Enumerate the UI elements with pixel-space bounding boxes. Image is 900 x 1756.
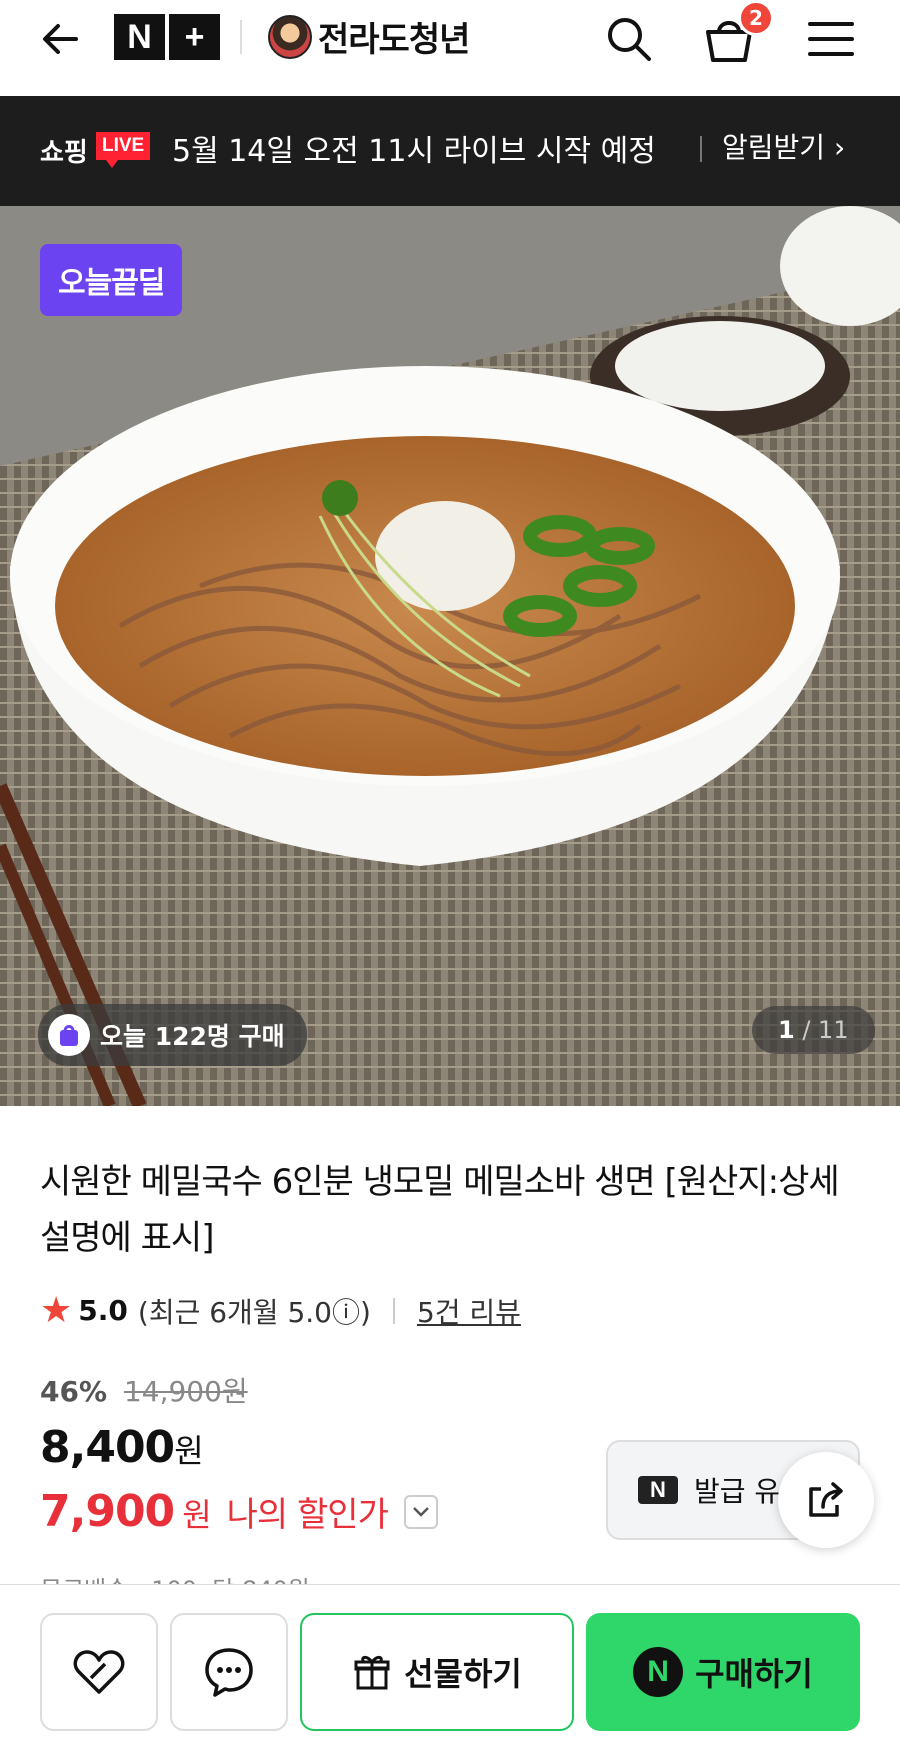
shopping-bag-icon bbox=[48, 1014, 90, 1056]
shopping-label: 쇼핑 bbox=[40, 138, 88, 168]
chat-bubble-icon bbox=[205, 1648, 253, 1697]
share-button[interactable] bbox=[778, 1452, 874, 1548]
gift-label: 선물하기 bbox=[404, 1655, 522, 1693]
store-link[interactable]: 전라도청년 bbox=[268, 12, 470, 61]
sale-price-value: 8,400 bbox=[40, 1422, 175, 1473]
brand-plus: + bbox=[169, 14, 220, 60]
shopping-live-banner[interactable]: 쇼핑 LIVE 5월 14일 오전 11시 라이브 시작 예정 알림받기 › bbox=[0, 96, 900, 206]
image-pager: 1 / 11 bbox=[752, 1006, 875, 1054]
like-button[interactable] bbox=[40, 1613, 158, 1731]
hamburger-icon[interactable] bbox=[804, 14, 858, 64]
naver-pay-icon: N bbox=[633, 1647, 684, 1697]
rating-divider bbox=[392, 1297, 395, 1324]
top-header: N + 전라도청년 2 bbox=[0, 0, 900, 96]
sale-price-unit: 원 bbox=[174, 1432, 203, 1470]
live-badge: LIVE bbox=[96, 132, 151, 168]
bottom-action-bar: 선물하기 N 구매하기 bbox=[0, 1584, 900, 1756]
pager-current: 1 bbox=[778, 1016, 795, 1044]
heart-icon bbox=[73, 1650, 125, 1694]
buy-label: 구매하기 bbox=[695, 1655, 813, 1693]
noodle-bowl-photo bbox=[0, 206, 900, 1106]
today-deal-badge: 오늘끝딜 bbox=[40, 244, 183, 316]
rating-recent[interactable]: (최근 6개월 5.0ⓘ) bbox=[138, 1291, 371, 1331]
buyers-count-text: 오늘 122명 구매 bbox=[100, 1022, 285, 1051]
live-divider bbox=[700, 136, 702, 162]
my-discount-price[interactable]: 7,900 원 나의 할인가 bbox=[40, 1486, 438, 1537]
discount-rate: 46% bbox=[40, 1375, 108, 1408]
brand-n: N bbox=[114, 14, 165, 60]
naver-n-icon: N bbox=[638, 1476, 678, 1504]
chevron-down-icon[interactable] bbox=[403, 1494, 438, 1529]
notify-button[interactable]: 알림받기 › bbox=[722, 126, 845, 166]
buyers-today-chip: 오늘 122명 구매 bbox=[38, 1004, 307, 1066]
store-name: 전라도청년 bbox=[318, 20, 470, 60]
search-icon[interactable] bbox=[602, 12, 656, 66]
review-link[interactable]: 5건 리뷰 bbox=[417, 1291, 521, 1331]
live-schedule-text: 5월 14일 오전 11시 라이브 시작 예정 bbox=[172, 134, 656, 169]
store-logo bbox=[268, 14, 312, 59]
product-image-carousel[interactable]: 오늘끝딜 오늘 122명 구매 1 / 11 bbox=[0, 206, 900, 1106]
my-price-label: 나의 할인가 bbox=[226, 1495, 389, 1535]
cart-count-badge: 2 bbox=[738, 0, 774, 36]
gift-icon bbox=[354, 1655, 390, 1690]
coupon-label: 발급 유 bbox=[694, 1475, 781, 1508]
talk-talk-button[interactable] bbox=[170, 1613, 288, 1731]
pager-total: / 11 bbox=[802, 1016, 849, 1044]
naver-plus-logo[interactable]: N + bbox=[114, 14, 220, 60]
share-icon bbox=[809, 1482, 843, 1517]
arrow-left-icon[interactable] bbox=[36, 14, 86, 64]
discount-row: 46% 14,900원 bbox=[40, 1370, 248, 1410]
gift-button[interactable]: 선물하기 bbox=[300, 1613, 574, 1731]
original-price: 14,900원 bbox=[123, 1375, 248, 1408]
my-price-unit: 원 bbox=[182, 1496, 211, 1534]
rating-score: 5.0 bbox=[78, 1294, 128, 1327]
buy-button[interactable]: N 구매하기 bbox=[586, 1613, 860, 1731]
header-divider bbox=[240, 20, 242, 54]
sale-price: 8,400원 bbox=[40, 1422, 204, 1473]
rating-row: ★ 5.0 (최근 6개월 5.0ⓘ) 5건 리뷰 bbox=[40, 1290, 521, 1331]
my-price-value: 7,900 bbox=[40, 1486, 175, 1537]
product-title: 시원한 메밀국수 6인분 냉모밀 메밀소바 생면 [원산지:상세설명에 표시] bbox=[40, 1162, 840, 1258]
star-icon: ★ bbox=[40, 1290, 73, 1331]
